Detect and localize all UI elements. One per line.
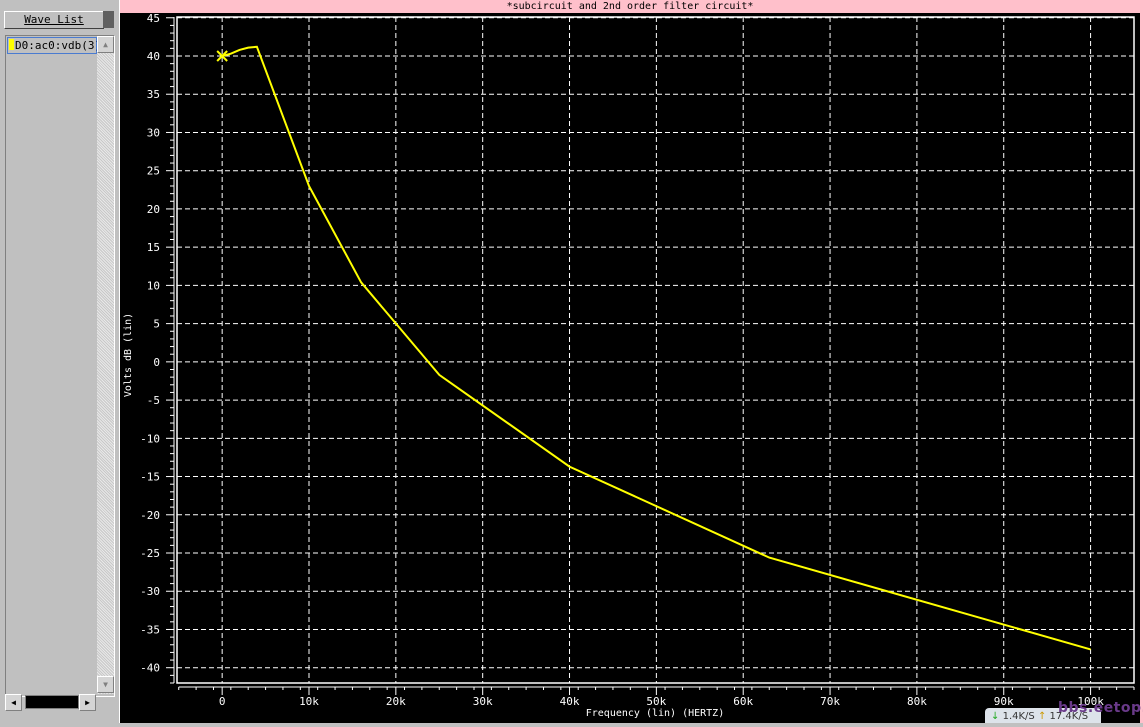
y-tick-label: -35 (140, 623, 160, 636)
x-tick-label: 10k (299, 695, 319, 708)
plot-area[interactable]: 010k20k30k40k50k60k70k80k90k100k45403530… (120, 13, 1140, 723)
x-tick-label: 40k (560, 695, 580, 708)
vertical-scrollbar[interactable]: ▲ ▼ (97, 36, 114, 694)
wave-list-button-edge (103, 11, 114, 28)
x-tick-label: 70k (820, 695, 840, 708)
y-tick-label: 40 (147, 50, 160, 63)
x-tick-label: 50k (646, 695, 666, 708)
y-tick-label: -5 (147, 394, 160, 407)
plot-title: *subcircuit and 2nd order filter circuit… (120, 0, 1140, 13)
x-axis-label: Frequency (lin) (HERTZ) (586, 708, 724, 719)
wave-list-button[interactable]: Wave List (4, 11, 104, 29)
y-tick-label: 30 (147, 126, 160, 139)
y-tick-label: -10 (140, 432, 160, 445)
wave-color-swatch (9, 39, 14, 50)
y-tick-label: -20 (140, 509, 160, 522)
watermark: bbs.eetop.cn (1058, 700, 1143, 716)
upload-arrow-icon: ↑ (1038, 711, 1046, 722)
y-tick-label: -15 (140, 471, 160, 484)
download-rate: 1.4K/S (1003, 711, 1035, 722)
y-tick-label: 10 (147, 279, 160, 292)
x-tick-label: 60k (733, 695, 753, 708)
chart: 010k20k30k40k50k60k70k80k90k100k45403530… (120, 13, 1140, 723)
y-tick-label: 15 (147, 241, 160, 254)
scroll-up-icon[interactable]: ▲ (97, 36, 114, 53)
y-tick-label: -40 (140, 662, 160, 675)
wave-list-item-label: D0:ac0:vdb(3) (15, 39, 101, 52)
y-tick-label: 20 (147, 203, 160, 216)
y-tick-label: 5 (153, 318, 160, 331)
scroll-right-icon[interactable]: ▶ (79, 694, 96, 711)
x-tick-label: 30k (473, 695, 493, 708)
scrollbar-thumb[interactable] (25, 695, 79, 709)
wave-list: D0:ac0:vdb(3) ▲ ▼ (5, 35, 115, 697)
wave-list-item[interactable]: D0:ac0:vdb(3) (7, 37, 97, 54)
y-tick-label: 45 (147, 13, 160, 25)
x-tick-label: 80k (907, 695, 927, 708)
scroll-down-icon[interactable]: ▼ (97, 676, 114, 693)
y-tick-label: -25 (140, 547, 160, 560)
y-tick-label: 25 (147, 165, 160, 178)
horizontal-scrollbar[interactable]: ◀ ▶ (5, 694, 95, 711)
y-axis-label: Volts dB (lin) (123, 313, 134, 397)
wave-list-panel: Wave List D0:ac0:vdb(3) ▲ ▼ ◀ ▶ (0, 0, 120, 723)
y-tick-label: -30 (140, 585, 160, 598)
y-tick-label: 35 (147, 88, 160, 101)
x-tick-label: 0 (219, 695, 226, 708)
x-tick-label: 20k (386, 695, 406, 708)
download-arrow-icon: ↓ (991, 711, 999, 722)
plot-frame (177, 17, 1134, 683)
y-tick-label: 0 (153, 356, 160, 369)
x-tick-label: 90k (994, 695, 1014, 708)
scroll-left-icon[interactable]: ◀ (5, 694, 22, 711)
